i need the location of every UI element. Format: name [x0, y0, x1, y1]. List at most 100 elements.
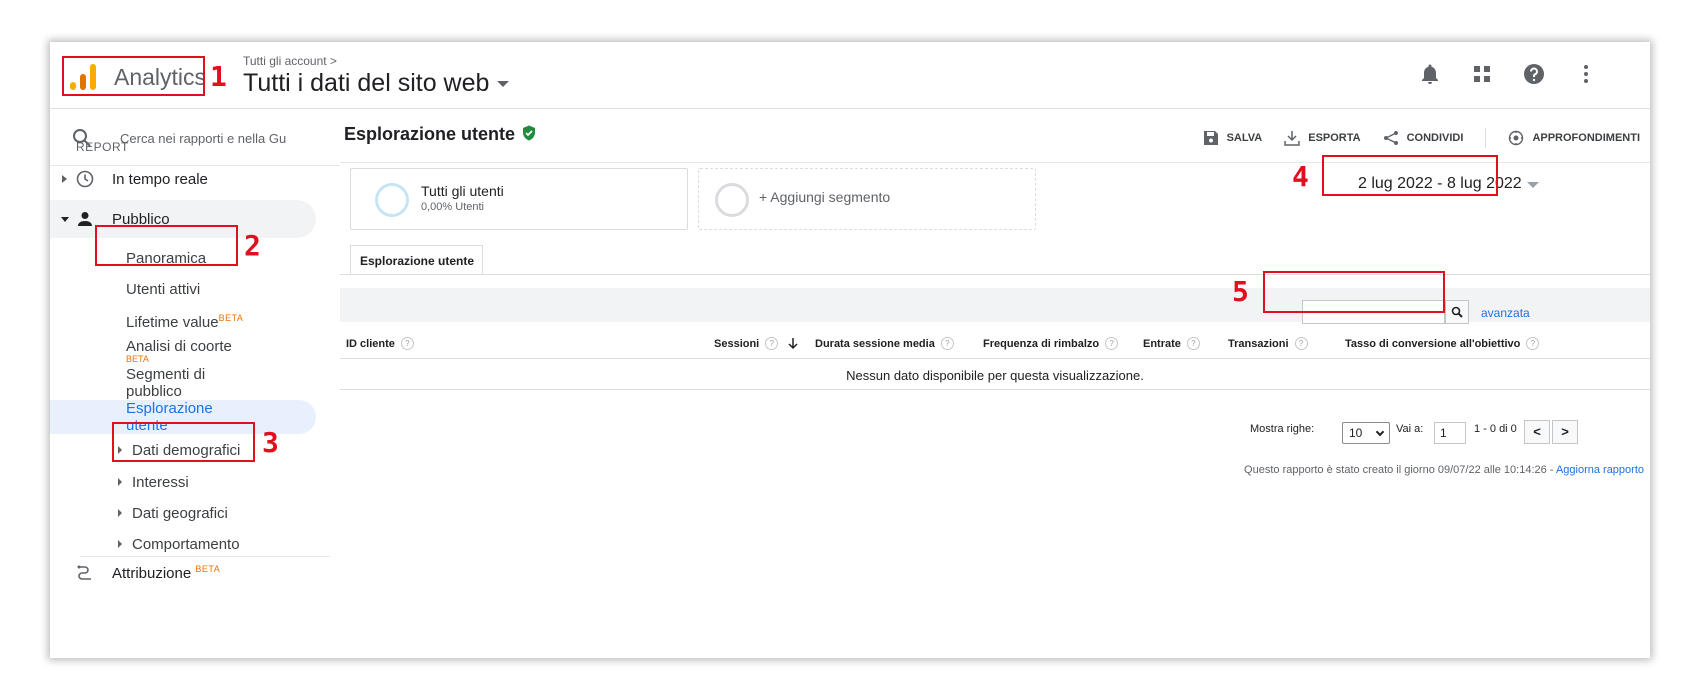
apps-grid-icon[interactable] [1470, 62, 1494, 86]
chevron-down-icon [1375, 427, 1385, 437]
insights-label: APPROFONDIMENTI [1532, 132, 1640, 144]
chevron-right-icon [118, 509, 122, 517]
section-label-report: REPORT [76, 140, 129, 154]
share-label: CONDIVIDI [1406, 132, 1464, 144]
help-icon[interactable]: ? [400, 337, 414, 350]
sidebar-subitem-geo[interactable]: Dati geografici [132, 505, 228, 522]
segment-circle-icon [375, 183, 409, 217]
clock-icon [76, 170, 94, 188]
insights-button[interactable]: APPROFONDIMENTI [1508, 130, 1640, 146]
bell-icon[interactable] [1418, 62, 1442, 86]
help-icon[interactable]: ? [1526, 337, 1540, 350]
column-goal-conversion[interactable]: Tasso di conversione all'obiettivo? [1345, 337, 1540, 350]
sidebar-item-label: Analisi di coorte [126, 338, 232, 355]
property-selector[interactable]: Tutti i dati del sito web [243, 69, 510, 98]
prev-page-button[interactable]: < [1524, 420, 1550, 444]
attribution-path-icon [77, 565, 91, 580]
help-icon[interactable]: ? [1294, 337, 1308, 350]
chevron-down-icon [61, 216, 69, 222]
chevron-right-icon [62, 175, 67, 183]
help-icon[interactable]: ? [1105, 337, 1119, 350]
beta-badge: BETA [126, 354, 149, 364]
download-icon [1284, 131, 1300, 146]
help-icon[interactable]: ? [1186, 337, 1200, 350]
search-input[interactable]: Cerca nei rapporti e nella Gu [120, 131, 320, 146]
segment-placeholder-icon [715, 183, 749, 217]
save-icon [1203, 131, 1218, 145]
sidebar-subitem-cohort[interactable]: Analisi di coorte BETA [126, 338, 232, 364]
sidebar: Cerca nei rapporti e nella Gu REPORT In … [50, 110, 340, 658]
page-range: 1 - 0 di 0 [1474, 423, 1517, 435]
sidebar-item-realtime[interactable]: In tempo reale [50, 162, 340, 196]
sidebar-subitem-segments[interactable]: Segmenti di pubblico [126, 366, 246, 400]
property-name: Tutti i dati del sito web [243, 69, 490, 97]
rows-per-page-value: 10 [1349, 426, 1363, 440]
report-footer: Questo rapporto è stato creato il giorno… [1244, 464, 1644, 476]
add-segment-card[interactable]: + Aggiungi segmento [698, 168, 1036, 230]
tab-user-explorer[interactable]: Esplorazione utente [350, 245, 483, 275]
report-toolbar: SALVA ESPORTA CONDIVIDI APPROFONDIMENTI [1203, 128, 1640, 148]
segment-percentage: 0,00% Utenti [421, 201, 484, 213]
segment-name: Tutti gli utenti [421, 183, 504, 199]
sidebar-item-label: In tempo reale [112, 170, 208, 188]
segment-card-all-users[interactable]: Tutti gli utenti 0,00% Utenti [350, 168, 688, 230]
annotation-box-1 [62, 56, 205, 96]
page-title: Esplorazione utente [344, 124, 537, 145]
help-icon[interactable]: ? [765, 337, 779, 350]
sidebar-item-attribution[interactable]: Attribuzione BETA [50, 556, 340, 590]
annotation-number-3: 3 [262, 426, 279, 459]
more-vert-icon[interactable] [1574, 62, 1598, 86]
beta-badge: BETA [218, 313, 244, 323]
caret-down-icon[interactable] [1527, 182, 1539, 188]
column-revenue[interactable]: Entrate? [1143, 337, 1200, 350]
help-icon[interactable]: ? [940, 337, 954, 350]
sidebar-subitem-lifetime-value[interactable]: Lifetime valueBETA [126, 310, 243, 331]
annotation-number-2: 2 [244, 229, 261, 262]
export-button[interactable]: ESPORTA [1284, 130, 1361, 146]
caret-down-icon [497, 81, 510, 88]
next-page-button[interactable]: > [1552, 420, 1578, 444]
advanced-filter-link[interactable]: avanzata [1481, 306, 1530, 320]
column-sessions[interactable]: Sessioni? [714, 337, 798, 350]
column-transactions[interactable]: Transazioni? [1228, 337, 1308, 350]
share-button[interactable]: CONDIVIDI [1383, 130, 1464, 146]
sidebar-item-label: Lifetime value [126, 314, 219, 331]
chevron-right-icon [118, 478, 122, 486]
show-rows-label: Mostra righe: [1250, 423, 1315, 435]
refresh-report-link[interactable]: Aggiorna rapporto [1556, 464, 1644, 476]
rows-per-page-select[interactable]: 10 [1342, 422, 1390, 444]
filter-search-button[interactable] [1445, 300, 1469, 324]
toolbar-divider [1485, 128, 1487, 148]
verified-shield-icon [523, 125, 536, 141]
empty-table-message: Nessun dato disponibile per questa visua… [340, 360, 1650, 390]
annotation-number-5: 5 [1232, 275, 1249, 308]
column-bounce-rate[interactable]: Frequenza di rimbalzo? [983, 337, 1119, 350]
divider [340, 274, 1650, 275]
column-client-id[interactable]: ID cliente? [346, 337, 414, 350]
sidebar-subitem-behavior[interactable]: Comportamento [132, 536, 240, 553]
share-icon [1383, 131, 1398, 145]
help-icon[interactable] [1522, 62, 1546, 86]
beta-badge: BETA [195, 564, 221, 574]
table-header: ID cliente? Sessioni? Durata sessione me… [340, 325, 1650, 359]
insights-icon [1509, 130, 1524, 146]
save-button[interactable]: SALVA [1203, 130, 1263, 146]
report-created-note: Questo rapporto è stato creato il giorno… [1244, 464, 1554, 476]
goto-page-input[interactable]: 1 [1434, 422, 1466, 444]
save-label: SALVA [1226, 132, 1263, 144]
sidebar-item-label: Attribuzione BETA [112, 564, 221, 582]
analytics-window: Analytics Tutti gli account > Tutti i da… [50, 42, 1650, 658]
column-avg-session-duration[interactable]: Durata sessione media? [815, 337, 954, 350]
annotation-number-1: 1 [210, 60, 227, 93]
report-search[interactable]: Cerca nei rapporti e nella Gu [50, 110, 340, 166]
chevron-right-icon [118, 540, 122, 548]
annotation-box-4 [1322, 155, 1498, 196]
breadcrumb[interactable]: Tutti gli account > [243, 54, 337, 68]
app-header: Analytics Tutti gli account > Tutti i da… [50, 42, 1650, 109]
sidebar-subitem-active-users[interactable]: Utenti attivi [126, 281, 200, 298]
sort-desc-icon [788, 337, 798, 349]
add-segment-label: + Aggiungi segmento [759, 189, 891, 205]
annotation-box-5 [1263, 271, 1445, 313]
sidebar-subitem-interests[interactable]: Interessi [132, 474, 189, 491]
export-label: ESPORTA [1308, 132, 1361, 144]
